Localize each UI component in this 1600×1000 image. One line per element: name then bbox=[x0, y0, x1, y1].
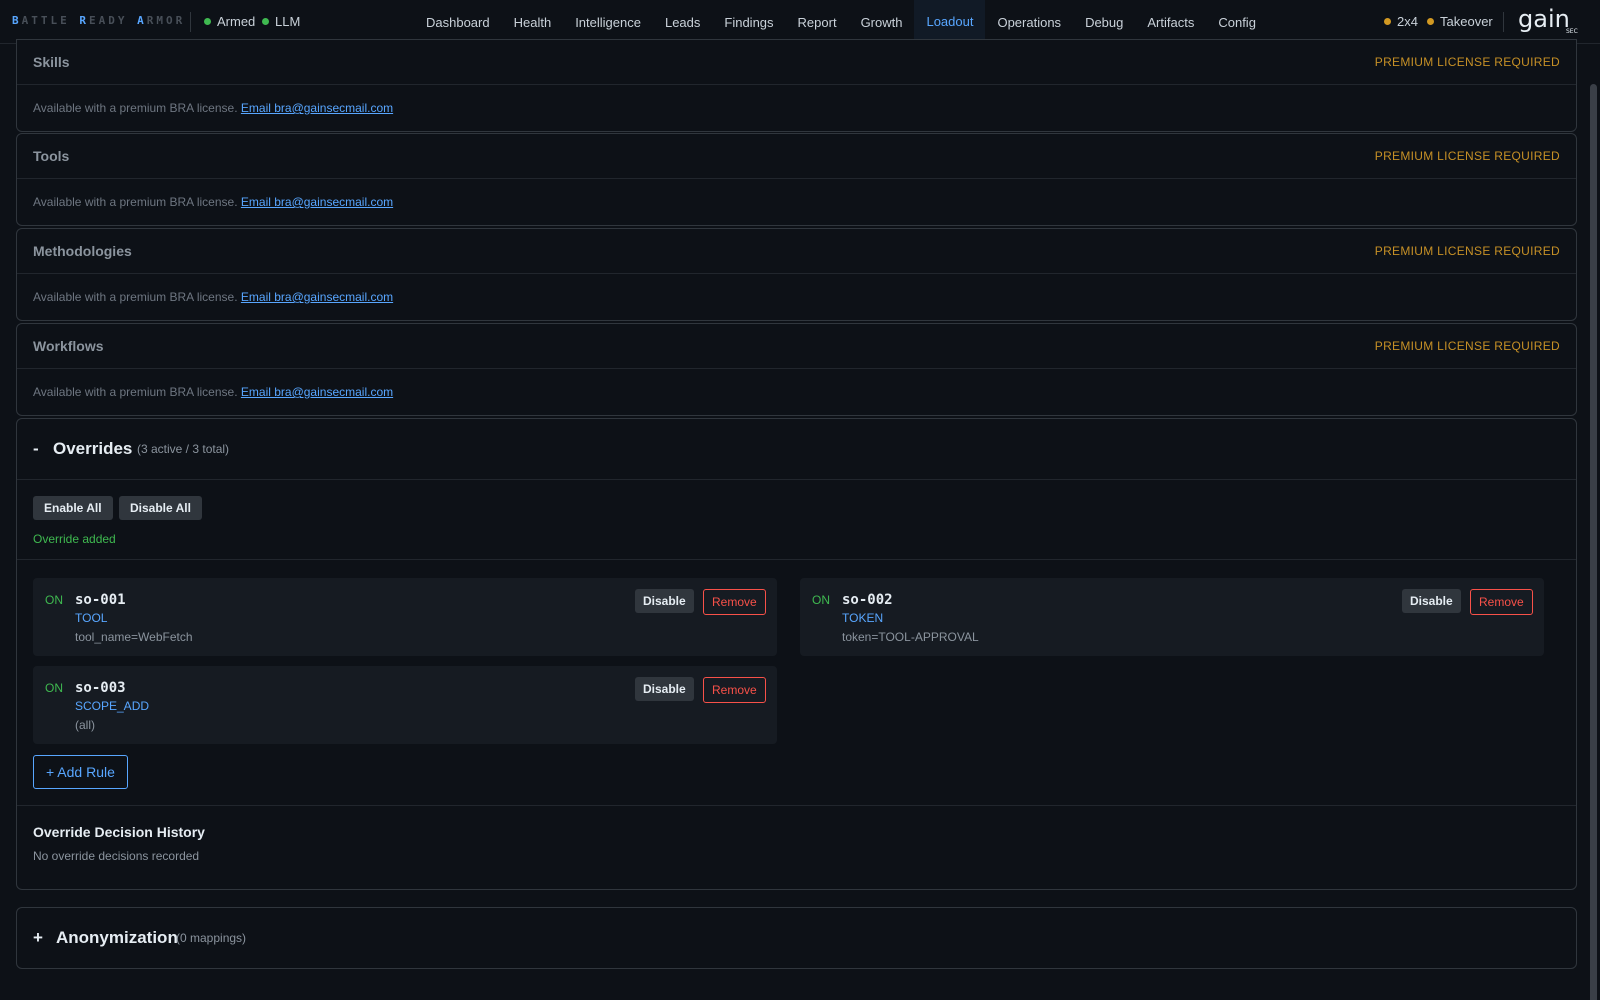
section-title: Skills bbox=[33, 54, 70, 70]
override-rule-card: ON so-001 TOOL tool_name=WebFetch Disabl… bbox=[33, 578, 777, 656]
section-title: Overrides bbox=[53, 439, 133, 458]
svg-text:SEC: SEC bbox=[1566, 28, 1578, 35]
license-note: Available with a premium BRA license. Em… bbox=[33, 195, 394, 209]
rule-state: ON bbox=[45, 681, 63, 695]
nav-growth[interactable]: Growth bbox=[849, 0, 915, 44]
status-message: Override added bbox=[33, 532, 116, 546]
premium-badge: PREMIUM LICENSE REQUIRED bbox=[1374, 339, 1560, 353]
section-header: Skills PREMIUM LICENSE REQUIRED bbox=[17, 40, 1576, 85]
remove-rule-button[interactable]: Remove bbox=[703, 589, 766, 615]
overrides-actions: Enable All Disable All Override added bbox=[17, 480, 1576, 560]
overrides-header[interactable]: - Overrides (3 active / 3 total) bbox=[17, 419, 1576, 480]
overrides-count: (3 active / 3 total) bbox=[137, 442, 230, 456]
scrollbar-thumb[interactable] bbox=[1590, 84, 1597, 1000]
section-header: Methodologies PREMIUM LICENSE REQUIRED bbox=[17, 229, 1576, 274]
takeover-status: Takeover bbox=[1427, 14, 1493, 29]
premium-badge: PREMIUM LICENSE REQUIRED bbox=[1374, 149, 1560, 163]
tools-section: Tools PREMIUM LICENSE REQUIRED Available… bbox=[16, 133, 1577, 226]
workflows-section: Workflows PREMIUM LICENSE REQUIRED Avail… bbox=[16, 323, 1577, 416]
override-rule-card: ON so-002 TOKEN token=TOOL-APPROVAL Disa… bbox=[800, 578, 1544, 656]
rule-type: SCOPE_ADD bbox=[75, 699, 150, 713]
disable-all-button[interactable]: Disable All bbox=[119, 496, 202, 520]
section-header: Workflows PREMIUM LICENSE REQUIRED bbox=[17, 324, 1576, 369]
section-title: Tools bbox=[33, 148, 70, 164]
section-title: Workflows bbox=[33, 338, 104, 354]
nav-findings[interactable]: Findings bbox=[712, 0, 785, 44]
email-link[interactable]: Email bra@gainsecmail.com bbox=[241, 101, 393, 115]
rule-state: ON bbox=[812, 593, 830, 607]
gainsec-logo: gain SEC bbox=[1518, 5, 1580, 36]
llm-status: LLM bbox=[262, 14, 300, 29]
email-link[interactable]: Email bra@gainsecmail.com bbox=[241, 385, 393, 399]
history-empty-text: No override decisions recorded bbox=[33, 849, 200, 863]
section-title: Anonymization bbox=[56, 928, 178, 947]
status-dot-icon bbox=[1384, 18, 1391, 25]
expand-toggle[interactable]: + bbox=[33, 928, 43, 948]
header-divider bbox=[190, 12, 191, 32]
remove-rule-button[interactable]: Remove bbox=[1470, 589, 1533, 615]
rule-detail: (all) bbox=[75, 718, 95, 732]
section-body: Available with a premium BRA license. Em… bbox=[17, 179, 1576, 225]
main-nav: Dashboard Health Intelligence Leads Find… bbox=[414, 0, 1268, 44]
add-rule-button[interactable]: + Add Rule bbox=[33, 755, 128, 789]
license-note: Available with a premium BRA license. Em… bbox=[33, 290, 394, 304]
skills-section: Skills PREMIUM LICENSE REQUIRED Availabl… bbox=[16, 39, 1577, 132]
nav-intelligence[interactable]: Intelligence bbox=[563, 0, 653, 44]
section-body: Available with a premium BRA license. Em… bbox=[17, 369, 1576, 415]
nav-report[interactable]: Report bbox=[786, 0, 849, 44]
nav-artifacts[interactable]: Artifacts bbox=[1135, 0, 1206, 44]
armed-status: Armed bbox=[204, 14, 255, 29]
rule-id: so-002 bbox=[842, 592, 893, 608]
section-body: Available with a premium BRA license. Em… bbox=[17, 85, 1576, 131]
rule-detail: tool_name=WebFetch bbox=[75, 630, 193, 644]
nav-debug[interactable]: Debug bbox=[1073, 0, 1135, 44]
disable-rule-button[interactable]: Disable bbox=[635, 589, 694, 613]
status-dot-icon bbox=[204, 18, 211, 25]
rule-detail: token=TOOL-APPROVAL bbox=[842, 630, 979, 644]
disable-rule-button[interactable]: Disable bbox=[635, 677, 694, 701]
nav-config[interactable]: Config bbox=[1206, 0, 1268, 44]
enable-all-button[interactable]: Enable All bbox=[33, 496, 113, 520]
history-title: Override Decision History bbox=[33, 824, 205, 840]
anonymization-section[interactable]: + Anonymization (0 mappings) bbox=[16, 907, 1577, 969]
rule-state: ON bbox=[45, 593, 63, 607]
rule-type: TOKEN bbox=[842, 611, 884, 625]
disable-rule-button[interactable]: Disable bbox=[1402, 589, 1461, 613]
remove-rule-button[interactable]: Remove bbox=[703, 677, 766, 703]
license-note: Available with a premium BRA license. Em… bbox=[33, 385, 394, 399]
license-note: Available with a premium BRA license. Em… bbox=[33, 101, 394, 115]
section-divider bbox=[17, 805, 1576, 806]
premium-badge: PREMIUM LICENSE REQUIRED bbox=[1374, 55, 1560, 69]
header-divider bbox=[1503, 12, 1504, 32]
premium-badge: PREMIUM LICENSE REQUIRED bbox=[1374, 244, 1560, 258]
section-body: Available with a premium BRA license. Em… bbox=[17, 274, 1576, 320]
anonymization-count: (0 mappings) bbox=[176, 931, 247, 945]
methodologies-section: Methodologies PREMIUM LICENSE REQUIRED A… bbox=[16, 228, 1577, 321]
brand-wordmark: BATTLE READY ARMOR bbox=[12, 14, 186, 27]
nav-leads[interactable]: Leads bbox=[653, 0, 712, 44]
page-scrollbar[interactable] bbox=[1587, 44, 1600, 1000]
nav-health[interactable]: Health bbox=[502, 0, 564, 44]
status-dot-icon bbox=[1427, 18, 1434, 25]
rule-id: so-003 bbox=[75, 680, 126, 696]
top-nav-bar: BATTLE READY ARMOR Armed LLM Dashboard H… bbox=[0, 0, 1600, 44]
svg-text:gain: gain bbox=[1518, 6, 1570, 33]
overrides-section: - Overrides (3 active / 3 total) Enable … bbox=[16, 418, 1577, 890]
email-link[interactable]: Email bra@gainsecmail.com bbox=[241, 195, 393, 209]
collapse-toggle[interactable]: - bbox=[33, 439, 39, 459]
nav-loadout[interactable]: Loadout bbox=[914, 0, 986, 44]
section-title: Methodologies bbox=[33, 243, 132, 259]
override-rule-card: ON so-003 SCOPE_ADD (all) Disable Remove bbox=[33, 666, 777, 744]
mode-status: 2x4 bbox=[1384, 14, 1418, 29]
section-header: Tools PREMIUM LICENSE REQUIRED bbox=[17, 134, 1576, 179]
rule-id: so-001 bbox=[75, 592, 126, 608]
rule-type: TOOL bbox=[75, 611, 108, 625]
status-dot-icon bbox=[262, 18, 269, 25]
email-link[interactable]: Email bra@gainsecmail.com bbox=[241, 290, 393, 304]
nav-dashboard[interactable]: Dashboard bbox=[414, 0, 502, 44]
nav-operations[interactable]: Operations bbox=[985, 0, 1073, 44]
